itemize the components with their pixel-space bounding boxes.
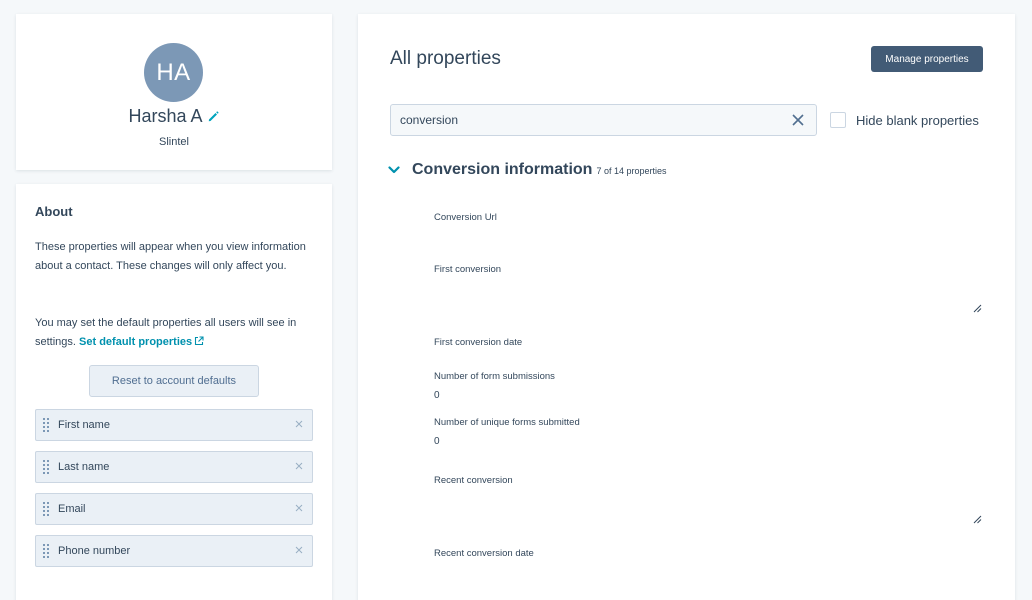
manage-properties-button[interactable]: Manage properties — [871, 46, 983, 72]
reset-to-defaults-button[interactable]: Reset to account defaults — [89, 365, 259, 397]
property-item-phone-number[interactable]: Phone number — [35, 535, 313, 567]
section-title: Conversion information — [412, 161, 593, 178]
field-label: Number of unique forms submitted — [434, 417, 580, 428]
drag-handle-icon[interactable] — [43, 459, 49, 475]
remove-icon[interactable] — [294, 545, 304, 555]
profile-card: HA Harsha A Slintel — [16, 14, 332, 170]
hide-blank-label: Hide blank properties — [856, 112, 979, 128]
search-input[interactable] — [391, 105, 781, 135]
field-label: Number of form submissions — [434, 371, 555, 382]
about-description: These properties will appear when you vi… — [35, 241, 306, 272]
resize-handle-icon[interactable] — [973, 515, 982, 524]
all-properties-panel: All properties Manage properties Hide bl… — [358, 14, 1015, 600]
resize-handle-icon[interactable] — [973, 304, 982, 313]
remove-icon[interactable] — [294, 503, 304, 513]
property-item-label: Email — [58, 503, 86, 515]
hide-blank-checkbox[interactable] — [830, 112, 846, 128]
property-item-last-name[interactable]: Last name — [35, 451, 313, 483]
pencil-icon[interactable] — [207, 110, 220, 123]
drag-handle-icon[interactable] — [43, 543, 49, 559]
field-label: Recent conversion date — [434, 548, 534, 559]
set-default-properties-link[interactable]: Set default properties — [79, 336, 204, 348]
property-item-label: Last name — [58, 461, 110, 473]
set-default-properties-label: Set default properties — [79, 336, 193, 348]
company-name[interactable]: Slintel — [16, 136, 332, 148]
avatar: HA — [144, 43, 203, 102]
about-card: About These properties will appear when … — [16, 184, 332, 600]
field-value[interactable]: 0 — [434, 390, 440, 401]
section-count: 7 of 14 properties — [596, 166, 667, 176]
external-link-icon — [195, 336, 204, 346]
chevron-down-icon[interactable] — [388, 165, 400, 175]
remove-icon[interactable] — [294, 461, 304, 471]
field-label: Recent conversion — [434, 475, 513, 486]
property-item-first-name[interactable]: First name — [35, 409, 313, 441]
hide-blank-toggle[interactable]: Hide blank properties — [830, 112, 979, 128]
property-item-label: First name — [58, 419, 110, 431]
drag-handle-icon[interactable] — [43, 501, 49, 517]
drag-handle-icon[interactable] — [43, 417, 49, 433]
field-label: First conversion date — [434, 337, 523, 348]
field-value[interactable]: 0 — [434, 436, 440, 447]
avatar-initials: HA — [156, 58, 191, 86]
search-box — [390, 104, 817, 136]
clear-icon[interactable] — [791, 113, 805, 127]
remove-icon[interactable] — [294, 419, 304, 429]
about-default-text: You may set the default properties all u… — [35, 314, 317, 352]
property-item-email[interactable]: Email — [35, 493, 313, 525]
about-title: About — [35, 204, 73, 219]
contact-name-text: Harsha A — [128, 106, 203, 126]
page-title: All properties — [390, 48, 501, 69]
contact-name: Harsha A — [16, 106, 332, 127]
field-label: First conversion — [434, 264, 502, 275]
field-label: Conversion Url — [434, 212, 497, 223]
property-item-label: Phone number — [58, 545, 131, 557]
section-header[interactable]: Conversion information 7 of 14 propertie… — [388, 161, 667, 179]
property-list: First name Last name Email Phone number — [35, 409, 313, 577]
